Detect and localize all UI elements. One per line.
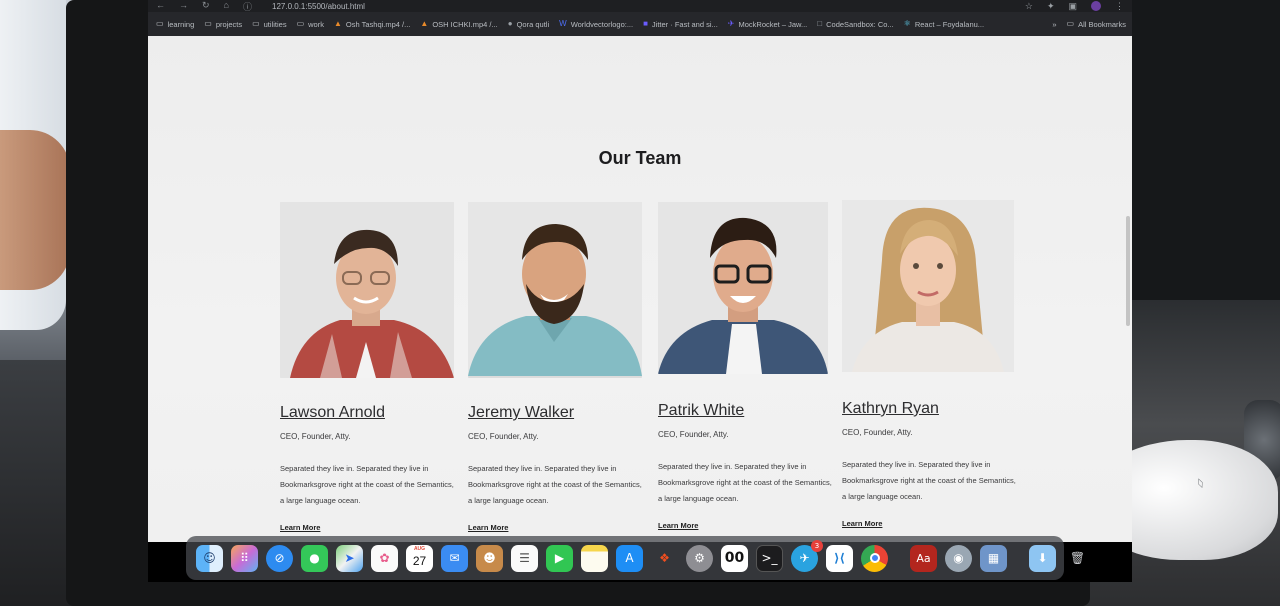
bookmarks-overflow-button[interactable]: »	[1052, 20, 1056, 29]
bookmark-item[interactable]: ■ Jitter · Fast and si...	[643, 20, 718, 29]
member-role: CEO, Founder, Atty.	[468, 432, 539, 441]
learn-more-link[interactable]: Learn More	[280, 523, 320, 532]
team-member-card: Patrik White CEO, Founder, Atty. Separat…	[658, 202, 834, 533]
photos-icon[interactable]: ✿	[371, 544, 398, 572]
terminal-icon[interactable]: >_	[756, 544, 783, 572]
laptop: ← → ↻ ⌂ ⓘ 127.0.0.1:5500/about.html ☆ ✦ …	[66, 0, 1132, 606]
app-store-icon[interactable]: A	[616, 544, 643, 572]
rocket-icon: ✈	[727, 19, 735, 28]
downloads-folder-icon[interactable]: ⬇	[1029, 544, 1056, 572]
w-logo-icon: W	[559, 19, 567, 28]
codesandbox-icon: □	[817, 19, 823, 28]
team-member-card: Kathryn Ryan CEO, Founder, Atty. Separat…	[842, 200, 1018, 531]
vscode-icon[interactable]: ⟩⟨	[826, 544, 853, 572]
learn-more-link[interactable]: Learn More	[468, 523, 508, 532]
bookmark-item[interactable]: ▲ Osh Tashqi.mp4 /...	[334, 20, 410, 29]
figma-icon[interactable]: ❖	[651, 545, 678, 572]
address-bar[interactable]: 127.0.0.1:5500/about.html	[272, 2, 365, 11]
macos-dock: ☺ ⠿ ⊘ ● ➤ ✿ AUG 27 ✉ ☻ ☰ ▶ A ❖ ⚙ 00 >_ ✈…	[186, 536, 1085, 580]
folder-icon: ▭	[296, 19, 305, 28]
bookmarks-bar: ▭ learning ▭ projects ▭ utilities ▭ work ▲ Os…	[148, 12, 1132, 36]
chrome-icon[interactable]	[861, 544, 888, 572]
bookmark-item[interactable]: ● Qora qutli	[508, 20, 549, 29]
reload-icon[interactable]: ↻	[202, 0, 210, 13]
contacts-icon[interactable]: ☻	[476, 544, 503, 572]
system-settings-icon[interactable]: ⚙	[686, 544, 713, 572]
bookmark-item[interactable]: ⚛ React – Foydalanu...	[904, 20, 984, 29]
back-icon[interactable]: ←	[156, 0, 165, 13]
browser-toolbar: ← → ↻ ⌂ ⓘ 127.0.0.1:5500/about.html ☆ ✦ …	[148, 0, 1132, 12]
facetime-icon[interactable]: ▶	[546, 544, 573, 572]
team-member-card: Lawson Arnold CEO, Founder, Atty. Separa…	[280, 202, 456, 535]
jitter-icon: ■	[643, 19, 648, 28]
safari-icon[interactable]: ⊘	[266, 544, 293, 572]
messages-icon[interactable]: ●	[301, 544, 328, 572]
bookmark-item[interactable]: ✈ MockRocket – Jaw...	[728, 20, 807, 29]
member-photo	[842, 200, 1014, 372]
bookmark-item[interactable]: □ CodeSandbox: Co...	[817, 20, 893, 29]
page-viewport: Our Team Lawson Arnold CEO, Founder, Att…	[148, 36, 1132, 542]
person-arm	[0, 130, 70, 290]
all-bookmarks-button[interactable]: ▭ All Bookmarks	[1067, 20, 1127, 29]
member-bio: Separated they live in. Separated they l…	[658, 462, 832, 503]
member-photo	[658, 202, 828, 374]
folder-icon: ▭	[1066, 19, 1075, 28]
finder-icon[interactable]: ☺	[196, 544, 223, 572]
extension-icon[interactable]: ✦	[1047, 1, 1055, 12]
maps-icon[interactable]: ➤	[336, 544, 363, 572]
member-bio: Separated they live in. Separated they l…	[842, 460, 1016, 501]
member-role: CEO, Founder, Atty.	[842, 428, 913, 437]
section-title: Our Team	[598, 148, 682, 168]
app-00-icon[interactable]: 00	[721, 544, 748, 572]
member-photo	[280, 202, 454, 378]
dictionary-icon[interactable]: Aa	[910, 544, 937, 572]
preview-icon[interactable]: ▦	[980, 544, 1007, 572]
menu-kebab-icon[interactable]: ⋮	[1115, 1, 1124, 12]
extensions-puzzle-icon[interactable]: ▣	[1068, 1, 1077, 12]
reminders-icon[interactable]: ☰	[511, 544, 538, 572]
bookmark-item[interactable]: ▭ work	[297, 20, 324, 29]
mail-icon[interactable]: ✉	[441, 544, 468, 572]
calendar-icon[interactable]: AUG 27	[406, 544, 433, 572]
video-file-icon: ▲	[420, 19, 429, 28]
forward-icon[interactable]: →	[179, 0, 188, 13]
launchpad-icon[interactable]: ⠿	[231, 544, 258, 572]
learn-more-link[interactable]: Learn More	[842, 519, 882, 528]
react-icon: ⚛	[903, 19, 911, 28]
notes-icon[interactable]	[581, 544, 608, 572]
folder-icon: ▭	[252, 19, 260, 28]
telegram-badge: 3	[811, 539, 823, 552]
member-bio: Separated they live in. Separated they l…	[468, 464, 642, 505]
home-icon[interactable]: ⌂	[224, 0, 229, 13]
bookmark-star-icon[interactable]: ☆	[1025, 1, 1033, 12]
team-member-card: Jeremy Walker CEO, Founder, Atty. Separa…	[468, 202, 644, 535]
page-scrollbar[interactable]	[1126, 216, 1130, 326]
bookmark-item[interactable]: ▭ learning	[156, 20, 194, 29]
site-info-icon[interactable]: ⓘ	[243, 0, 252, 13]
profile-avatar[interactable]	[1091, 0, 1101, 11]
member-photo	[468, 202, 642, 378]
telegram-icon[interactable]: ✈ 3	[791, 539, 823, 572]
bookmark-item[interactable]: ▭ projects	[204, 20, 242, 29]
member-name-link[interactable]: Jeremy Walker	[468, 404, 574, 422]
member-name-link[interactable]: Patrik White	[658, 402, 744, 420]
quicktime-icon[interactable]: ◉	[945, 544, 972, 572]
member-name-link[interactable]: Lawson Arnold	[280, 404, 385, 422]
member-role: CEO, Founder, Atty.	[280, 432, 351, 441]
learn-more-link[interactable]: Learn More	[658, 521, 698, 530]
member-role: CEO, Founder, Atty.	[658, 430, 729, 439]
trash-icon[interactable]: 🗑︎	[1064, 545, 1091, 572]
folder-icon: ▭	[156, 19, 164, 28]
globe-icon: ●	[507, 19, 513, 28]
member-name-link[interactable]: Kathryn Ryan	[842, 400, 939, 418]
member-bio: Separated they live in. Separated they l…	[280, 464, 454, 505]
bookmark-item[interactable]: W Worldvectorlogo:...	[559, 20, 633, 29]
folder-icon: ▭	[204, 19, 212, 28]
bookmark-item[interactable]: ▭ utilities	[252, 20, 287, 29]
bookmark-item[interactable]: ▲ OSH ICHKI.mp4 /...	[420, 20, 497, 29]
video-file-icon: ▲	[333, 19, 342, 28]
laptop-screen: ← → ↻ ⌂ ⓘ 127.0.0.1:5500/about.html ☆ ✦ …	[148, 0, 1132, 582]
